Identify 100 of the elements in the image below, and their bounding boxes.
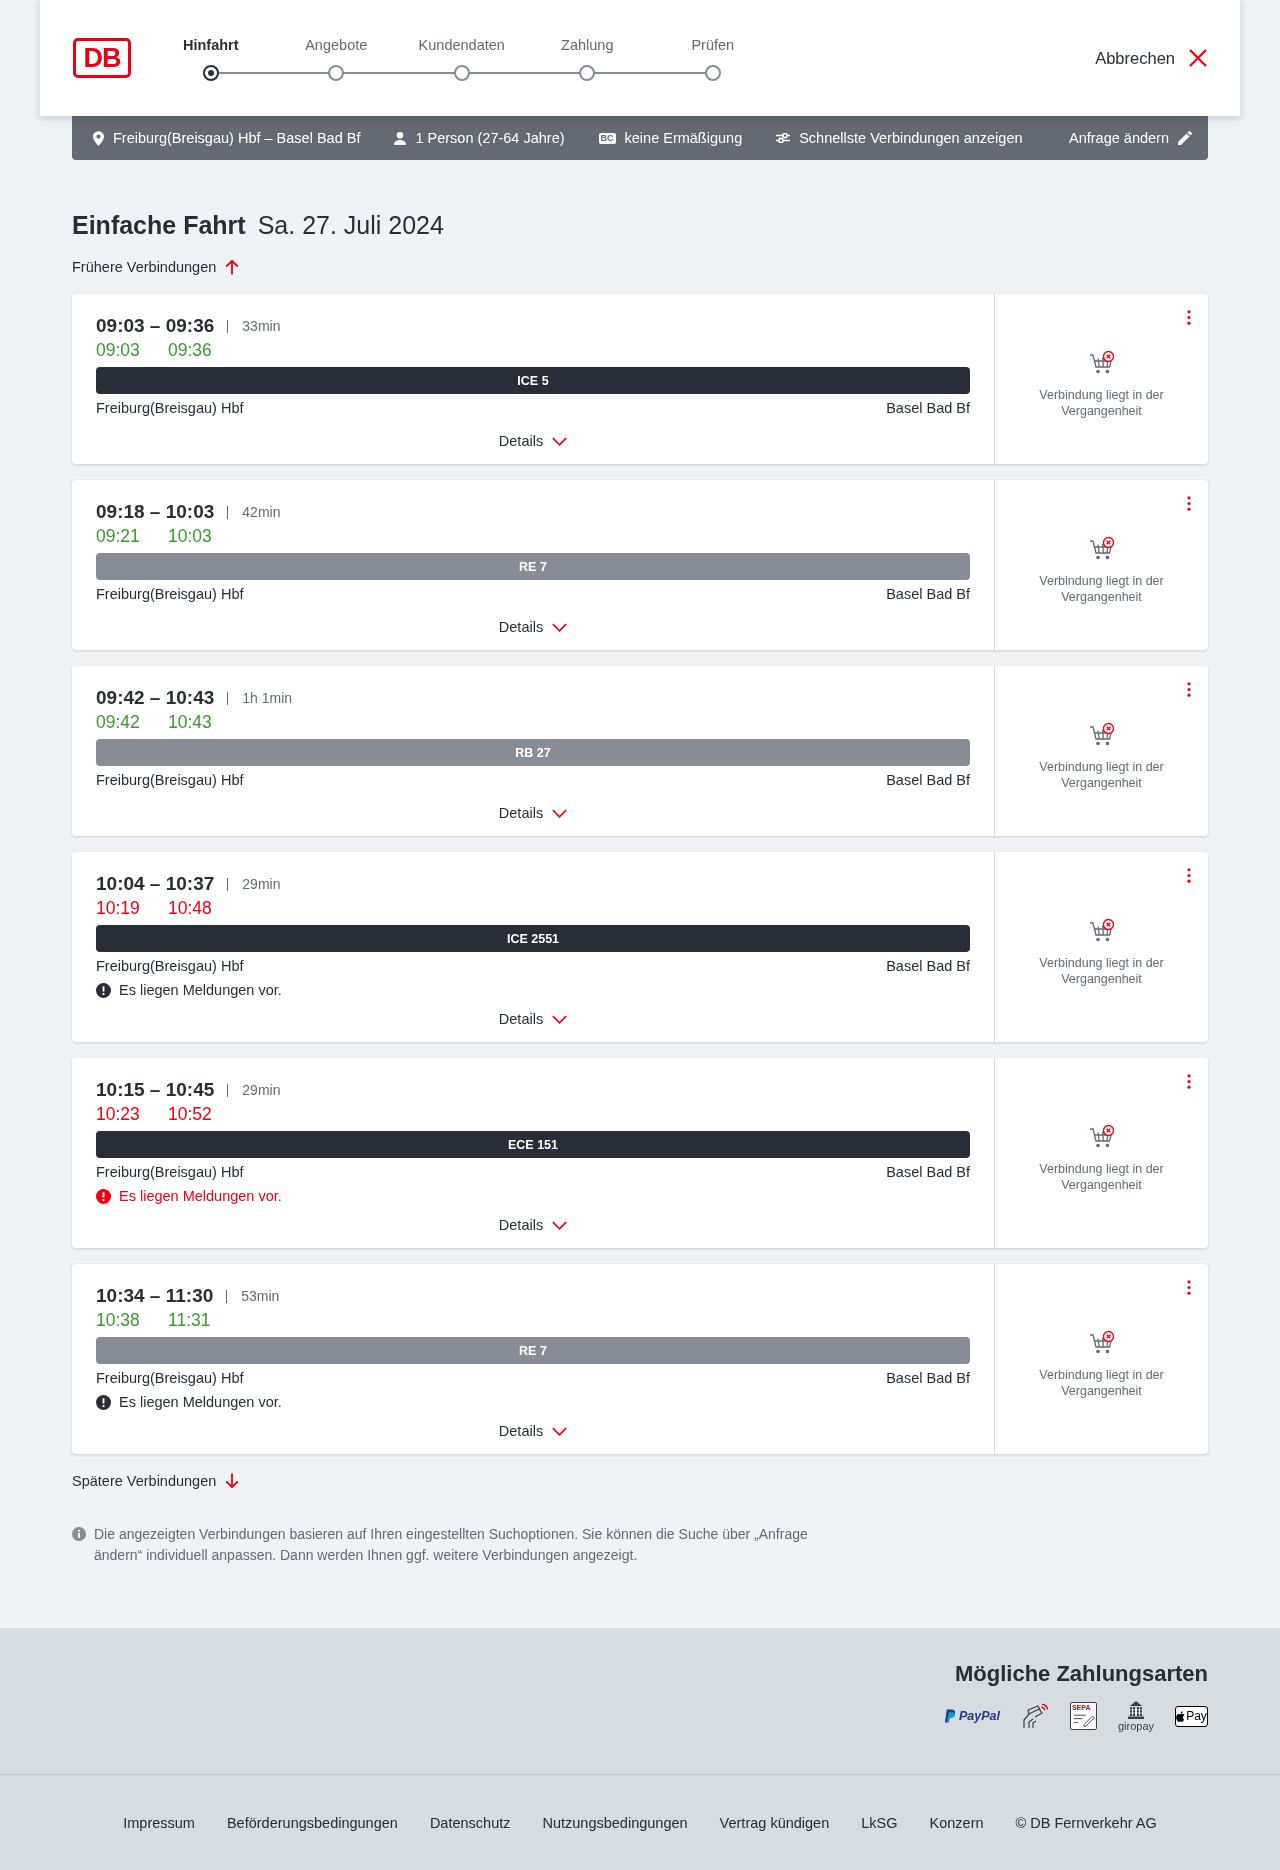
train-line-bar: ICE 5 — [96, 367, 970, 394]
arrival-station: Basel Bad Bf — [886, 957, 970, 976]
planned-times: 10:04 – 10:37 — [96, 873, 215, 895]
giropay-logo: giropay — [1117, 1700, 1154, 1732]
departure-station: Freiburg(Breisgau) Hbf — [96, 1163, 244, 1182]
travel-duration: 53min — [226, 1289, 280, 1303]
chevron-down-icon — [552, 622, 568, 632]
planned-times: 10:34 – 11:30 — [96, 1285, 214, 1307]
step-label: Prüfen — [691, 36, 735, 55]
apple-pay-logo: Pay — [1175, 1705, 1208, 1727]
more-options-button[interactable] — [1187, 310, 1191, 325]
chevron-down-icon — [552, 1014, 568, 1024]
cart-x-icon — [1088, 1125, 1115, 1148]
travel-date: Sa. 27. Juli 2024 — [257, 210, 444, 241]
planned-times: 09:03 – 09:36 — [96, 315, 215, 337]
travel-duration: 29min — [227, 877, 281, 891]
close-icon — [1189, 49, 1207, 67]
more-options-button[interactable] — [1187, 868, 1191, 883]
footer-link[interactable]: Beförderungsbedingungen — [226, 1814, 398, 1831]
travel-duration: 1h 1min — [227, 691, 293, 705]
vertical-dots-icon — [1187, 868, 1191, 883]
more-options-button[interactable] — [1187, 1074, 1191, 1089]
realtime-arrival: 11:31 — [168, 1309, 211, 1331]
step-label: Angebote — [305, 36, 368, 55]
realtime-arrival: 10:03 — [168, 525, 212, 547]
arrival-station: Basel Bad Bf — [886, 1163, 970, 1182]
more-options-button[interactable] — [1187, 682, 1191, 697]
logo[interactable]: DB — [73, 38, 131, 78]
chevron-down-icon — [552, 1426, 568, 1436]
arrival-station: Basel Bad Bf — [886, 771, 970, 790]
arrival-station: Basel Bad Bf — [886, 399, 970, 418]
discount-text: keine Ermäßigung — [624, 130, 743, 146]
edit-request-button[interactable]: Anfrage ändern — [1069, 130, 1192, 146]
details-toggle[interactable]: Details — [498, 1008, 568, 1030]
train-line-bar: RE 7 — [96, 1337, 970, 1364]
footer-link[interactable]: Vertrag kündigen — [719, 1814, 830, 1831]
details-toggle[interactable]: Details — [498, 802, 568, 824]
discount-card-badge: BC — [598, 132, 616, 144]
step-label: Kundendaten — [418, 36, 505, 55]
realtime-arrival: 10:43 — [168, 711, 212, 733]
more-options-button[interactable] — [1187, 1280, 1191, 1295]
departure-station: Freiburg(Breisgau) Hbf — [96, 585, 244, 604]
planned-times: 09:42 – 10:43 — [96, 687, 215, 709]
vertical-dots-icon — [1187, 1074, 1191, 1089]
arrow-up-icon — [225, 259, 240, 275]
arrival-station: Basel Bad Bf — [886, 1369, 970, 1388]
train-line-bar: ICE 2551 — [96, 925, 970, 952]
booking-status-text: Verbindung liegt in der Vergangenheit — [1038, 759, 1165, 791]
arrow-down-icon — [225, 1473, 240, 1489]
message-text: Es liegen Meldungen vor. — [119, 1187, 282, 1206]
arrival-station: Basel Bad Bf — [886, 585, 970, 604]
departure-station: Freiburg(Breisgau) Hbf — [96, 399, 244, 418]
cart-x-icon — [1088, 723, 1115, 746]
vertical-dots-icon — [1187, 1280, 1191, 1295]
departure-station: Freiburg(Breisgau) Hbf — [96, 957, 244, 976]
train-line-bar: ECE 151 — [96, 1131, 970, 1158]
departure-station: Freiburg(Breisgau) Hbf — [96, 1369, 244, 1388]
cancel-button[interactable]: Abbrechen — [1095, 48, 1207, 68]
details-toggle[interactable]: Details — [498, 1420, 568, 1442]
sliders-icon — [776, 133, 791, 143]
message-text: Es liegen Meldungen vor. — [119, 981, 282, 1000]
vertical-dots-icon — [1187, 310, 1191, 325]
route-text: Freiburg(Breisgau) Hbf – Basel Bad Bf — [113, 130, 361, 146]
travelers-text: 1 Person (27-64 Jahre) — [415, 130, 565, 146]
cart-x-icon — [1088, 919, 1115, 942]
departure-station: Freiburg(Breisgau) Hbf — [96, 771, 244, 790]
later-connections-link[interactable]: Spätere Verbindungen — [72, 1470, 240, 1492]
realtime-departure: 10:19 — [96, 897, 141, 919]
location-pin-icon — [93, 130, 104, 146]
booking-status-text: Verbindung liegt in der Vergangenheit — [1038, 573, 1165, 605]
details-toggle[interactable]: Details — [498, 1214, 568, 1236]
person-icon — [394, 131, 407, 145]
footer-link[interactable]: Impressum — [123, 1814, 195, 1831]
details-toggle[interactable]: Details — [498, 430, 568, 452]
footer-link[interactable]: LkSG — [861, 1814, 898, 1831]
booking-status-text: Verbindung liegt in der Vergangenheit — [1038, 1161, 1165, 1193]
chevron-down-icon — [552, 1220, 568, 1230]
realtime-arrival: 10:48 — [168, 897, 212, 919]
earlier-connections-link[interactable]: Frühere Verbindungen — [72, 256, 240, 278]
travel-duration: 42min — [227, 505, 281, 519]
realtime-departure: 09:21 — [96, 525, 141, 547]
footer-link[interactable]: Konzern — [929, 1814, 984, 1831]
details-toggle[interactable]: Details — [498, 616, 568, 638]
step-label: Hinfahrt — [182, 36, 239, 55]
booking-status-text: Verbindung liegt in der Vergangenheit — [1038, 1367, 1165, 1399]
booking-status-text: Verbindung liegt in der Vergangenheit — [1038, 387, 1165, 419]
vertical-dots-icon — [1187, 682, 1191, 697]
more-options-button[interactable] — [1187, 496, 1191, 511]
footer-link[interactable]: Nutzungsbedingungen — [542, 1814, 688, 1831]
footer-link[interactable]: Datenschutz — [429, 1814, 511, 1831]
realtime-arrival: 09:36 — [168, 339, 212, 361]
train-line-bar: RB 27 — [96, 739, 970, 766]
chevron-down-icon — [552, 808, 568, 818]
planned-times: 10:15 – 10:45 — [96, 1079, 215, 1101]
realtime-departure: 10:38 — [96, 1309, 141, 1331]
page-title: Einfache Fahrt — [72, 210, 246, 241]
footer-link[interactable]: © DB Fernverkehr AG — [1015, 1814, 1157, 1831]
cart-x-icon — [1088, 537, 1115, 560]
cart-x-icon — [1088, 351, 1115, 374]
fastest-connections-toggle[interactable]: Schnellste Verbindungen anzeigen — [776, 130, 1023, 146]
